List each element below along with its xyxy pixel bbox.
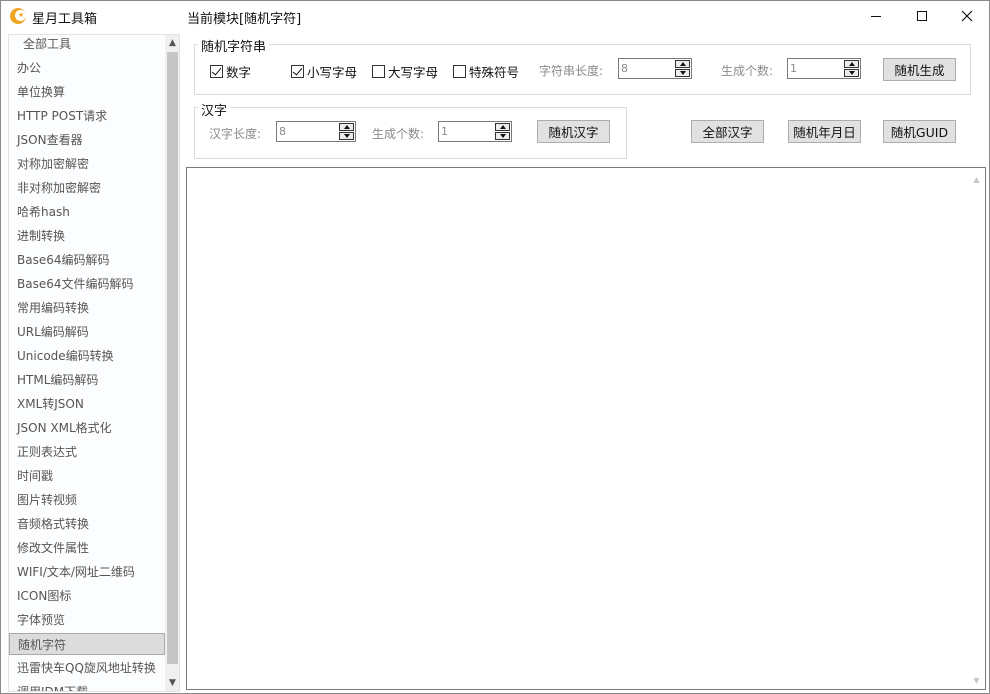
hanzi-title: 汉字 <box>198 100 231 119</box>
stepper-down-icon[interactable] <box>339 132 354 140</box>
maximize-icon <box>917 11 927 21</box>
sidebar-item[interactable]: 随机字符 <box>9 633 165 655</box>
app-title: 星月工具箱 <box>32 12 98 27</box>
app-window: ★ 星月工具箱 当前模块[随机字符] 全部工具 办公 单位换算 HTTP POST请求… <box>0 0 990 694</box>
sidebar-item[interactable]: Unicode编码转换 <box>9 345 165 367</box>
hanzi-length-input[interactable] <box>279 124 331 139</box>
output-scrollbar[interactable]: ▲ ▼ <box>969 169 984 688</box>
sidebar-item[interactable]: HTTP POST请求 <box>9 105 165 127</box>
random-generate-button[interactable]: 随机生成 <box>883 58 956 81</box>
minimize-icon <box>871 15 881 17</box>
checkbox-label: 大写字母 <box>388 65 439 80</box>
sidebar-item[interactable]: 音频格式转换 <box>9 513 165 535</box>
maximize-button[interactable] <box>899 1 945 31</box>
checkbox-lowercase[interactable]: 小写字母 <box>291 62 357 81</box>
random-date-button[interactable]: 随机年月日 <box>788 120 861 143</box>
stepper-up-icon[interactable] <box>675 60 690 68</box>
sidebar-item[interactable]: 图片转视频 <box>9 489 165 511</box>
checkbox-label: 数字 <box>226 65 252 80</box>
module-title: 当前模块[随机字符] <box>187 12 302 27</box>
scrollbar-thumb[interactable] <box>167 52 178 664</box>
scroll-down-icon[interactable]: ▼ <box>969 672 984 688</box>
title-bar: ★ 星月工具箱 当前模块[随机字符] <box>1 1 989 33</box>
app-logo-icon: ★ <box>10 8 26 24</box>
checkbox-uppercase[interactable]: 大写字母 <box>372 62 438 81</box>
sidebar-item[interactable]: 修改文件属性 <box>9 537 165 559</box>
sidebar-item[interactable]: 时间戳 <box>9 465 165 487</box>
checkbox-label: 特殊符号 <box>469 65 520 80</box>
hanzi-count-stepper[interactable] <box>438 121 512 142</box>
stepper-down-icon[interactable] <box>675 69 690 77</box>
string-count-label: 生成个数: <box>721 64 774 78</box>
string-length-stepper[interactable] <box>618 58 692 79</box>
sidebar-item[interactable]: WIFI/文本/网址二维码 <box>9 561 165 583</box>
sidebar-header[interactable]: 全部工具 <box>9 35 165 55</box>
string-count-stepper[interactable] <box>787 58 861 79</box>
checkbox-box[interactable] <box>210 65 223 78</box>
sidebar-item[interactable]: JSON XML格式化 <box>9 417 165 439</box>
close-icon <box>961 10 973 22</box>
sidebar-item[interactable]: 迅雷快车QQ旋风地址转换 <box>9 657 165 679</box>
sidebar-item[interactable]: URL编码解码 <box>9 321 165 343</box>
sidebar-item[interactable]: 对称加密解密 <box>9 153 165 175</box>
sidebar-scrollbar[interactable]: ▲ ▼ <box>165 35 179 691</box>
scroll-up-icon[interactable]: ▲ <box>165 35 179 51</box>
stepper-down-icon[interactable] <box>495 132 510 140</box>
stepper-down-icon[interactable] <box>844 69 859 77</box>
sidebar-item[interactable]: 常用编码转换 <box>9 297 165 319</box>
minimize-button[interactable] <box>853 1 899 31</box>
sidebar-item[interactable]: 字体预览 <box>9 609 165 631</box>
scroll-down-icon[interactable]: ▼ <box>165 675 179 691</box>
sidebar-item[interactable]: Base64编码解码 <box>9 249 165 271</box>
sidebar-item[interactable]: 正则表达式 <box>9 441 165 463</box>
string-length-label: 字符串长度: <box>539 64 604 78</box>
sidebar-item[interactable]: 非对称加密解密 <box>9 177 165 199</box>
checkbox-digits[interactable]: 数字 <box>210 62 251 81</box>
string-count-input[interactable] <box>790 61 842 76</box>
string-length-input[interactable] <box>621 61 673 76</box>
hanzi-count-label: 生成个数: <box>372 127 425 141</box>
checkbox-box[interactable] <box>453 65 466 78</box>
sidebar-item[interactable]: JSON查看器 <box>9 129 165 151</box>
sidebar-item[interactable]: 进制转换 <box>9 225 165 247</box>
stepper-up-icon[interactable] <box>844 60 859 68</box>
sidebar-item[interactable]: HTML编码解码 <box>9 369 165 391</box>
sidebar-item[interactable]: 哈希hash <box>9 201 165 223</box>
hanzi-count-input[interactable] <box>441 124 493 139</box>
all-hanzi-button[interactable]: 全部汉字 <box>691 120 764 143</box>
sidebar-item[interactable]: Base64文件编码解码 <box>9 273 165 295</box>
sidebar-item[interactable]: 单位换算 <box>9 81 165 103</box>
sidebar-item[interactable]: 调用IDM下载 <box>9 681 165 691</box>
random-hanzi-button[interactable]: 随机汉字 <box>537 120 610 143</box>
random-guid-button[interactable]: 随机GUID <box>883 120 956 143</box>
sidebar-item[interactable]: XML转JSON <box>9 393 165 415</box>
hanzi-length-stepper[interactable] <box>276 121 356 142</box>
random-string-title: 随机字符串 <box>198 36 270 55</box>
stepper-up-icon[interactable] <box>339 123 354 131</box>
checkbox-special-chars[interactable]: 特殊符号 <box>453 62 519 81</box>
sidebar-item[interactable]: 办公 <box>9 57 165 79</box>
stepper-up-icon[interactable] <box>495 123 510 131</box>
tool-sidebar[interactable]: 全部工具 办公 单位换算 HTTP POST请求 JSON查看器 对称加密解密 非对称加密解… <box>8 34 180 692</box>
checkbox-box[interactable] <box>291 65 304 78</box>
scroll-up-icon[interactable]: ▲ <box>969 171 984 187</box>
checkbox-box[interactable] <box>372 65 385 78</box>
checkbox-label: 小写字母 <box>307 65 358 80</box>
sidebar-item[interactable]: ICON图标 <box>9 585 165 607</box>
hanzi-length-label: 汉字长度: <box>209 127 262 141</box>
close-button[interactable] <box>944 1 990 31</box>
output-textarea[interactable]: ▲ ▼ <box>186 167 986 690</box>
